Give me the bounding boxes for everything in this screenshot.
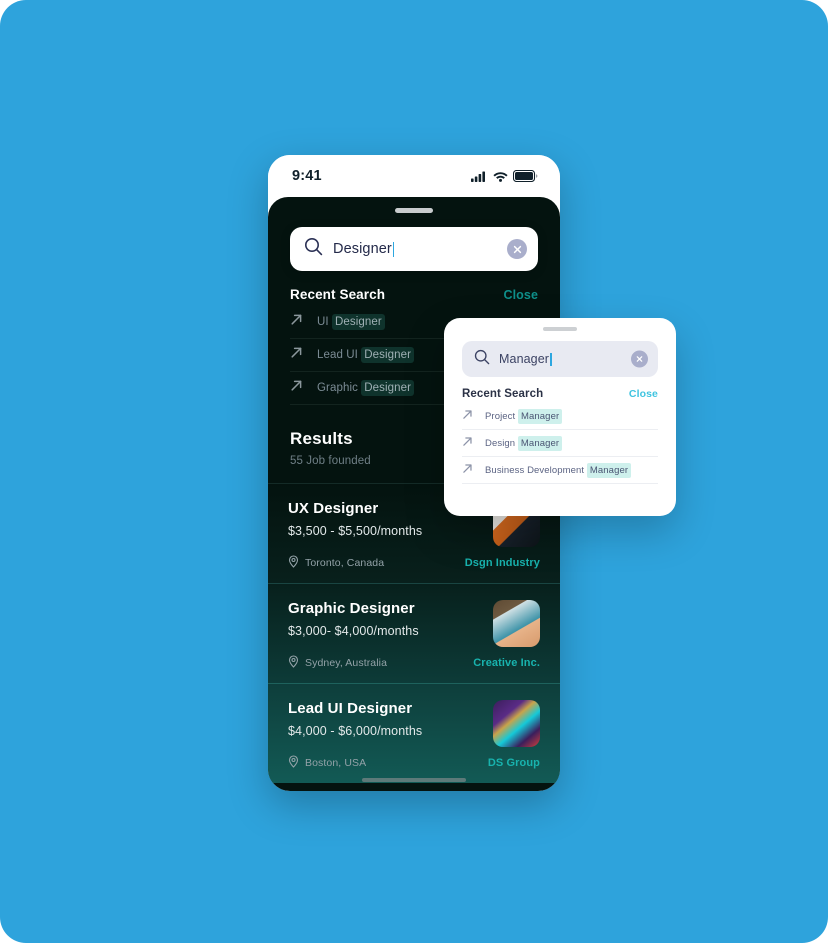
- company-thumbnail: [493, 600, 540, 647]
- close-button[interactable]: Close: [503, 288, 538, 302]
- map-pin-icon: [288, 555, 299, 571]
- job-location-label: Sydney, Australia: [305, 657, 388, 669]
- wifi-icon: [493, 171, 508, 182]
- job-location: Boston, USA: [288, 755, 366, 771]
- match-highlight: Designer: [332, 314, 385, 330]
- company-thumbnail: [493, 700, 540, 747]
- job-card[interactable]: Lead UI Designer $4,000 - $6,000/months …: [268, 683, 560, 783]
- cellular-signal-icon: [471, 171, 488, 182]
- recent-search-item[interactable]: Design Manager: [462, 430, 658, 457]
- recent-search-item-label: Business Development Manager: [485, 462, 632, 478]
- arrow-up-right-icon: [462, 461, 473, 479]
- recent-search-header: Recent Search Close: [268, 271, 560, 302]
- text-caret: [550, 352, 552, 366]
- search-icon: [474, 349, 490, 370]
- job-location-label: Toronto, Canada: [305, 557, 385, 569]
- recent-search-item-label: Lead UI Designer: [317, 347, 415, 363]
- recent-search-item[interactable]: Business Development Manager: [462, 457, 658, 484]
- status-bar: 9:41: [268, 155, 560, 197]
- home-indicator[interactable]: [362, 778, 466, 782]
- light-search-container: Manager: [444, 331, 676, 377]
- recent-search-title: Recent Search: [462, 388, 544, 400]
- map-pin-icon: [288, 655, 299, 671]
- recent-search-item-label: UI Designer: [317, 314, 385, 330]
- recent-search-item-label: Design Manager: [485, 435, 563, 451]
- job-location: Toronto, Canada: [288, 555, 384, 571]
- job-location-label: Boston, USA: [305, 757, 367, 769]
- close-button[interactable]: Close: [629, 388, 658, 400]
- match-highlight: Designer: [361, 380, 415, 396]
- recent-search-list: Project Manager Design Manager Business …: [444, 403, 676, 484]
- status-time: 9:41: [292, 168, 322, 184]
- job-card-footer: Boston, USA DS Group: [288, 755, 540, 771]
- clear-circle-icon[interactable]: [631, 350, 648, 368]
- status-icons: [471, 170, 538, 182]
- job-list: UX Designer $3,500 - $5,500/months Toron…: [268, 483, 560, 783]
- recent-search-item-label: Graphic Designer: [317, 380, 415, 396]
- light-search-panel: Manager Recent Search Close Project Mana…: [444, 318, 676, 516]
- job-card[interactable]: Graphic Designer $3,000- $4,000/months S…: [268, 583, 560, 683]
- arrow-up-right-icon: [462, 434, 473, 452]
- arrow-up-right-icon: [462, 407, 473, 425]
- job-company: Creative Inc.: [473, 657, 540, 669]
- arrow-up-right-icon: [290, 313, 303, 331]
- dark-search-container: Designer: [268, 213, 560, 271]
- job-company: DS Group: [487, 757, 540, 769]
- job-company: Dsgn Industry: [464, 557, 540, 569]
- job-card-footer: Toronto, Canada Dsgn Industry: [288, 555, 540, 571]
- recent-search-title: Recent Search: [290, 287, 386, 302]
- match-highlight: Manager: [517, 435, 563, 451]
- job-card-footer: Sydney, Australia Creative Inc.: [288, 655, 540, 671]
- job-location: Sydney, Australia: [288, 655, 387, 671]
- match-highlight: Manager: [518, 408, 563, 424]
- canvas: 9:41 Designer Recent Search Close UI Des…: [0, 0, 828, 943]
- clear-circle-icon[interactable]: [507, 239, 527, 259]
- search-input-value: Manager: [499, 352, 550, 366]
- recent-search-item[interactable]: Project Manager: [462, 403, 658, 430]
- search-icon: [304, 237, 323, 261]
- match-highlight: Manager: [586, 462, 632, 478]
- search-input-value: Designer: [333, 241, 392, 257]
- text-caret: [392, 241, 395, 257]
- battery-icon: [513, 170, 538, 182]
- arrow-up-right-icon: [290, 379, 303, 397]
- search-input[interactable]: Designer: [290, 227, 538, 271]
- match-highlight: Designer: [361, 347, 415, 363]
- map-pin-icon: [288, 755, 299, 771]
- recent-search-item-label: Project Manager: [485, 408, 563, 424]
- arrow-up-right-icon: [290, 346, 303, 364]
- search-input[interactable]: Manager: [462, 341, 658, 377]
- recent-search-header: Recent Search Close: [444, 377, 676, 400]
